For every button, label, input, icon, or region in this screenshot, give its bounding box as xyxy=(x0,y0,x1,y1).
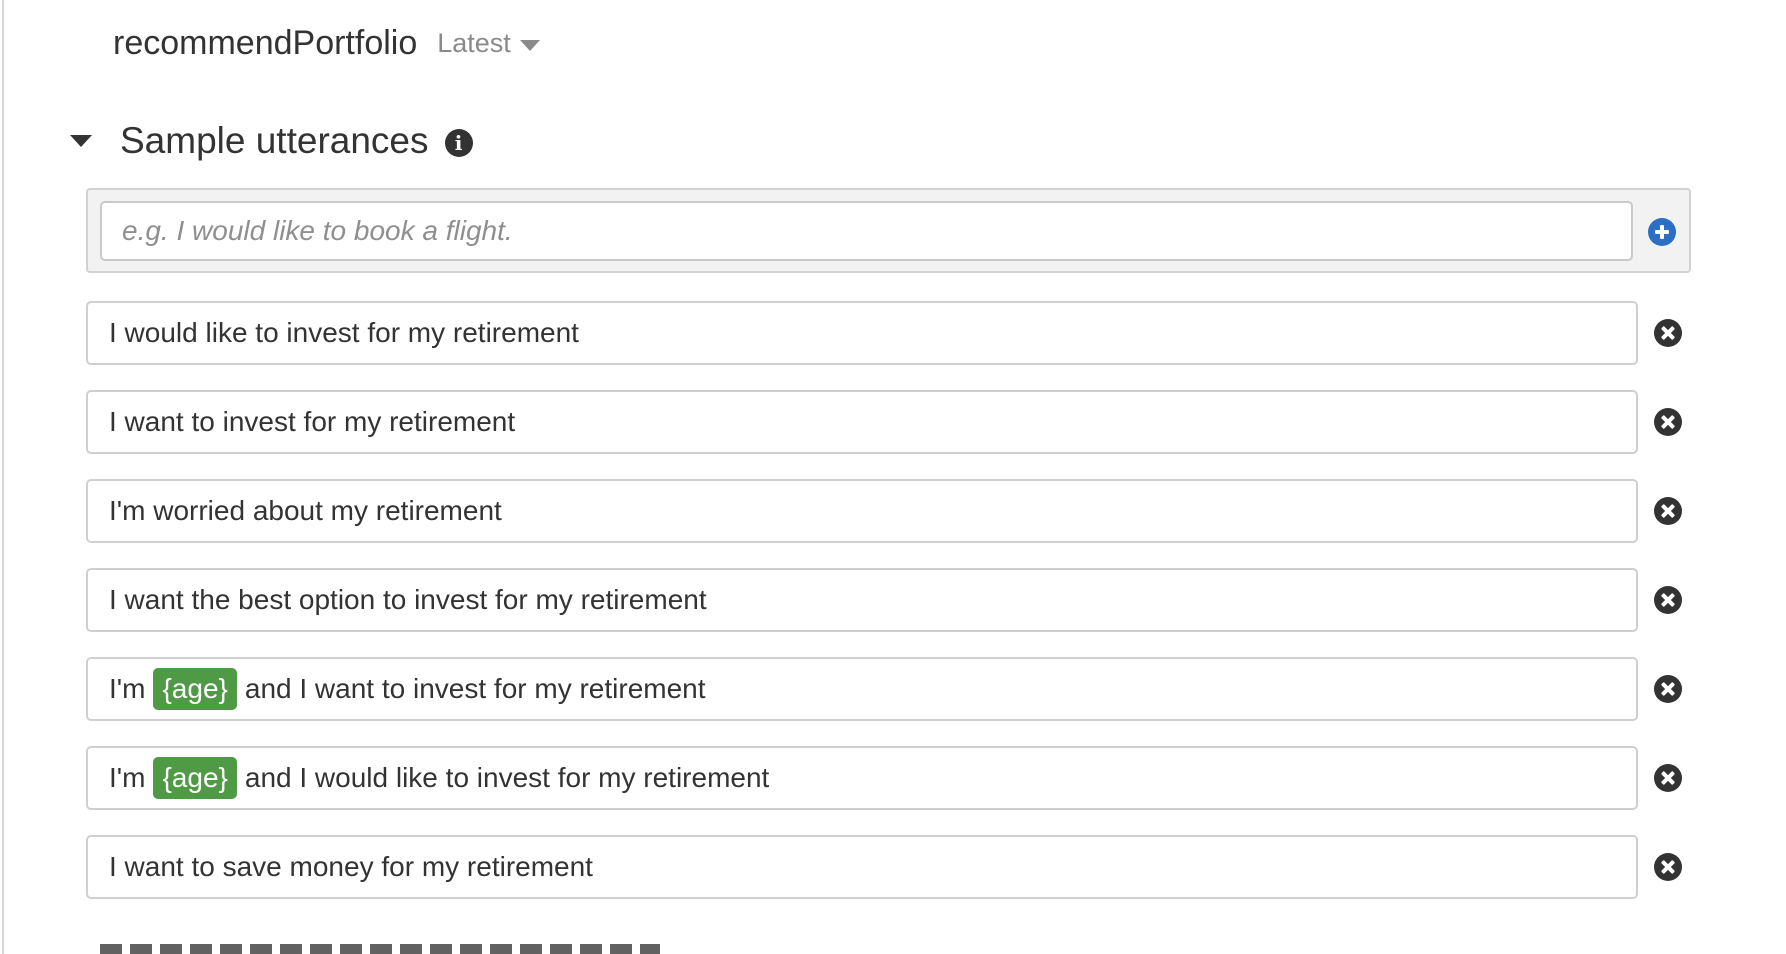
utterance-text: I'm xyxy=(109,762,146,793)
section-title: Sample utterances xyxy=(120,120,429,161)
utterance-row: I would like to invest for my retirement xyxy=(86,301,1706,365)
utterance-text: I'm worried about my retirement xyxy=(109,495,502,526)
utterance-row: I want to save money for my retirement xyxy=(86,835,1706,899)
utterance-text: I want the best option to invest for my … xyxy=(109,584,707,615)
remove-utterance-icon[interactable] xyxy=(1654,675,1682,703)
remove-utterance-icon[interactable] xyxy=(1654,497,1682,525)
remove-utterance-icon[interactable] xyxy=(1654,319,1682,347)
add-utterance-icon[interactable] xyxy=(1648,218,1676,246)
utterance-text-after-slot: and I want to invest for my retirement xyxy=(244,673,706,704)
utterance-row: I want the best option to invest for my … xyxy=(86,568,1706,632)
caret-down-icon xyxy=(519,39,540,51)
utterance-field[interactable]: I'm worried about my retirement xyxy=(86,479,1638,543)
version-dropdown[interactable]: Latest xyxy=(437,28,540,59)
info-icon[interactable]: i xyxy=(444,129,473,157)
version-label: Latest xyxy=(437,28,511,58)
utterance-text: I want to invest for my retirement xyxy=(109,406,516,437)
intent-header: recommendPortfolio Latest xyxy=(113,24,540,63)
utterance-field[interactable]: I'm {age} and I want to invest for my reti… xyxy=(86,657,1638,721)
sample-utterances-header: Sample utterances i xyxy=(70,120,473,162)
utterance-row: I want to invest for my retirement xyxy=(86,390,1706,454)
utterance-text: I would like to invest for my retirement xyxy=(109,317,579,348)
utterance-row: I'm worried about my retirement xyxy=(86,479,1706,543)
remove-utterance-icon[interactable] xyxy=(1654,408,1682,436)
utterance-text: I'm xyxy=(109,673,146,704)
utterance-row: I'm {age} and I would like to invest for m… xyxy=(86,746,1706,810)
remove-utterance-icon[interactable] xyxy=(1654,853,1682,881)
slot-chip[interactable]: {age} xyxy=(153,757,237,799)
add-utterance-panel xyxy=(86,188,1691,273)
utterance-field[interactable]: I want to save money for my retirement xyxy=(86,835,1638,899)
remove-utterance-icon[interactable] xyxy=(1654,764,1682,792)
section-collapse-icon[interactable] xyxy=(70,135,92,147)
utterance-list: I would like to invest for my retirement… xyxy=(86,301,1706,924)
utterance-row: I'm {age} and I want to invest for my reti… xyxy=(86,657,1706,721)
utterance-field[interactable]: I would like to invest for my retirement xyxy=(86,301,1638,365)
utterance-field[interactable]: I want to invest for my retirement xyxy=(86,390,1638,454)
left-divider xyxy=(2,0,4,954)
utterance-field[interactable]: I want the best option to invest for my … xyxy=(86,568,1638,632)
new-utterance-input[interactable] xyxy=(100,201,1633,261)
intent-name: recommendPortfolio xyxy=(113,24,418,62)
utterance-text-after-slot: and I would like to invest for my retire… xyxy=(244,762,770,793)
next-section-heading xyxy=(100,944,700,954)
intent-editor: recommendPortfolio Latest Sample utteran… xyxy=(0,0,1786,954)
remove-utterance-icon[interactable] xyxy=(1654,586,1682,614)
next-section-title-clipped xyxy=(100,944,660,954)
utterance-text: I want to save money for my retirement xyxy=(109,851,593,882)
utterance-field[interactable]: I'm {age} and I would like to invest for m… xyxy=(86,746,1638,810)
slot-chip[interactable]: {age} xyxy=(153,668,237,710)
